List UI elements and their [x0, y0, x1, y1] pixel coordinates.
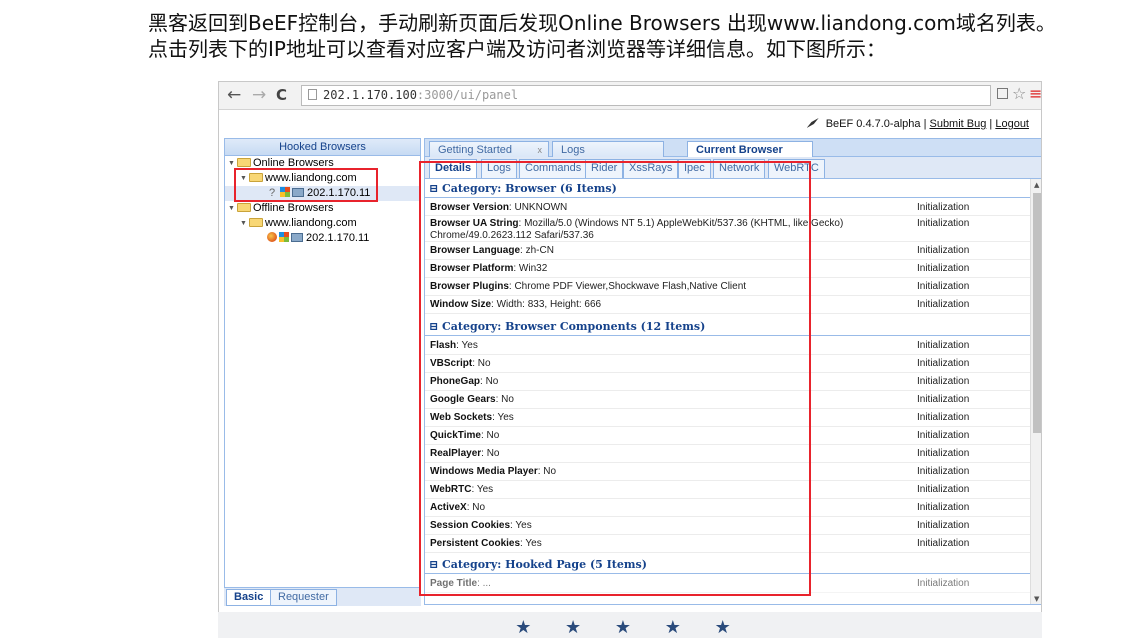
detail-source: Initialization [917, 484, 970, 495]
detail-source: Initialization [917, 218, 970, 229]
detail-source: Initialization [917, 299, 970, 310]
tab-current-browser[interactable]: Current Browser [687, 141, 813, 158]
browser-toolbar: ← → C 202.1.170.100:3000/ui/panel ☆ ≡ [219, 82, 1041, 110]
description-line-1: 黑客返回到BeEF控制台，手动刷新页面后发现Online Browsers 出现… [148, 11, 1056, 35]
detail-source: Initialization [917, 448, 970, 459]
expand-arrow-icon[interactable]: ▼ [227, 201, 236, 216]
translate-icon[interactable] [997, 88, 1008, 99]
hooked-browsers-panel: Hooked Browsers ▼ Online Browsers ▼ www.li… [224, 138, 421, 605]
footer-star-rating: ★ ★ ★ ★ ★ [218, 612, 1042, 638]
offline-domain-label: www.liandong.com [265, 217, 357, 229]
reload-button[interactable]: C [276, 85, 287, 105]
folder-icon [249, 218, 263, 227]
offline-ip-label: 202.1.170.11 [306, 232, 370, 244]
bookmark-star-icon[interactable]: ☆ [1012, 84, 1026, 104]
detail-source: Initialization [917, 466, 970, 477]
beef-topbar: BeEF 0.4.7.0-alpha | Submit Bug | Logout [219, 110, 1041, 138]
detail-source: Initialization [917, 430, 970, 441]
scroll-thumb[interactable] [1033, 193, 1041, 433]
tab-requester[interactable]: Requester [270, 589, 337, 606]
scroll-up-icon[interactable]: ▲ [1034, 181, 1039, 189]
expand-arrow-icon[interactable]: ▼ [239, 216, 248, 231]
firefox-icon [267, 232, 277, 242]
detail-source: Initialization [917, 412, 970, 423]
detail-source: Initialization [917, 394, 970, 405]
folder-icon [237, 203, 251, 212]
hooked-browsers-title: Hooked Browsers [225, 139, 420, 156]
detail-source: Initialization [917, 281, 970, 292]
folder-icon [237, 158, 251, 167]
detail-source: Initialization [917, 502, 970, 513]
beef-logo-icon [806, 118, 819, 128]
detail-source: Initialization [917, 358, 970, 369]
windows-icon [279, 232, 289, 242]
tree-node-offline-domain[interactable]: ▼ www.liandong.com [225, 216, 420, 231]
browser-window: ← → C 202.1.170.100:3000/ui/panel ☆ ≡ Be… [218, 81, 1042, 638]
highlight-box-online-browser [234, 168, 378, 202]
beef-version: BeEF 0.4.7.0-alpha [825, 118, 921, 130]
tree-node-offline-ip[interactable]: 202.1.170.11 [225, 231, 420, 246]
submit-bug-link[interactable]: Submit Bug [929, 118, 986, 130]
bottom-tabs: Basic Requester [224, 587, 421, 606]
page-icon [308, 89, 317, 100]
url-host: 202.1.170.100 [323, 88, 417, 102]
detail-source: Initialization [917, 538, 970, 549]
separator: | [989, 118, 993, 130]
detail-source: Initialization [917, 202, 970, 213]
main-tabstrip: Getting Started x Logs Current Browser [424, 138, 1041, 158]
vertical-scrollbar[interactable]: ▲ ▼ [1030, 179, 1041, 604]
url-path: :3000/ui/panel [416, 88, 519, 102]
back-button[interactable]: ← [227, 85, 241, 105]
tab-getting-started[interactable]: Getting Started x [429, 141, 549, 158]
scroll-down-icon[interactable]: ▼ [1034, 595, 1039, 603]
separator: | [923, 118, 927, 130]
address-bar[interactable]: 202.1.170.100:3000/ui/panel [301, 85, 991, 106]
highlight-box-details [419, 161, 811, 596]
detail-source: Initialization [917, 578, 970, 589]
detail-source: Initialization [917, 340, 970, 351]
detail-source: Initialization [917, 520, 970, 531]
detail-source: Initialization [917, 376, 970, 387]
forward-button[interactable]: → [252, 85, 266, 105]
desktop-icon [291, 233, 303, 242]
detail-source: Initialization [917, 263, 970, 274]
tree-node-offline[interactable]: ▼ Offline Browsers [225, 201, 420, 216]
description-line-2: 点击列表下的IP地址可以查看对应客户端及访问者浏览器等详细信息。如下图所示： [148, 37, 886, 61]
detail-source: Initialization [917, 245, 970, 256]
chrome-menu-icon[interactable]: ≡ [1029, 84, 1041, 104]
tab-logs[interactable]: Logs [552, 141, 664, 158]
logout-link[interactable]: Logout [995, 118, 1029, 130]
tab-basic[interactable]: Basic [226, 589, 272, 606]
close-tab-icon[interactable]: x [538, 142, 543, 158]
description-paragraph: 黑客返回到BeEF控制台，手动刷新页面后发现Online Browsers 出现… [148, 10, 1056, 62]
tab-getting-started-label: Getting Started [438, 144, 512, 156]
offline-browsers-label: Offline Browsers [253, 202, 334, 214]
